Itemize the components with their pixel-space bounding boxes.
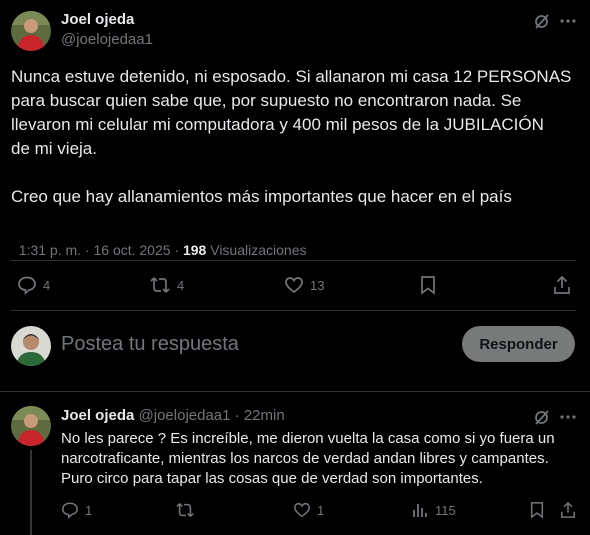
- reply-reply-action[interactable]: 1: [61, 501, 92, 519]
- reply-author-avatar[interactable]: [11, 406, 51, 446]
- divider: [11, 310, 576, 311]
- reply-count: 4: [43, 277, 51, 293]
- repost-action[interactable]: 4: [149, 275, 184, 295]
- views-label: Visualizaciones: [206, 242, 307, 258]
- tweet-text-line: Creo que hay allanamientos más important…: [11, 187, 512, 206]
- thread-line: [30, 450, 32, 535]
- reply-action[interactable]: 4: [17, 275, 50, 295]
- divider: [11, 260, 576, 261]
- reply-header: Joel ojeda @joelojedaa1 · 22min: [61, 407, 285, 424]
- avatar-photo: [11, 11, 51, 51]
- grok-icon[interactable]: [533, 12, 551, 30]
- reply-reply-count: 1: [85, 502, 93, 518]
- avatar-photo: [11, 326, 51, 366]
- tweet-text-line: llevaron mi celular mi computadora y 400…: [11, 115, 544, 134]
- author-avatar[interactable]: [11, 11, 51, 51]
- bookmark-action[interactable]: [419, 275, 437, 295]
- divider: [0, 391, 590, 392]
- more-options-icon[interactable]: [559, 12, 577, 30]
- reply-repost-action[interactable]: [175, 501, 195, 519]
- reply-text-line: Puro circo para tapar las cosas que de v…: [61, 470, 483, 487]
- bookmark-icon: [530, 502, 544, 519]
- tweet-meta: 1:31 p. m. · 16 oct. 2025 · 198 Visualiz…: [11, 226, 307, 258]
- views-icon: [413, 504, 427, 517]
- reply-more-options-icon[interactable]: [559, 408, 577, 426]
- reply-input[interactable]: Postea tu respuesta: [61, 333, 441, 356]
- tweet-text-line: Nunca estuve detenido, ni esposado. Si a…: [11, 67, 572, 86]
- like-action[interactable]: 13: [284, 275, 324, 295]
- reply-time[interactable]: 22min: [244, 407, 285, 424]
- reply-text-line: No les parece ? Es increíble, me dieron …: [61, 430, 555, 447]
- reply-dot: ·: [234, 407, 240, 424]
- tweet-text: Nunca estuve detenido, ni esposado. Si a…: [11, 65, 586, 209]
- tweet-text-line: para buscar quien sabe que, por supuesto…: [11, 91, 522, 110]
- tweet-text-line: de mi vieja.: [11, 139, 97, 158]
- current-user-avatar[interactable]: [11, 326, 51, 366]
- reply-views-count: 115: [435, 502, 456, 518]
- reply-text: No les parece ? Es increíble, me dieron …: [61, 429, 581, 489]
- author-handle[interactable]: @joelojedaa1: [61, 31, 153, 48]
- reply-bookmark-action[interactable]: [529, 501, 545, 519]
- repost-icon: [176, 503, 194, 517]
- author-name[interactable]: Joel ojeda: [61, 11, 134, 28]
- heart-icon: [294, 502, 310, 518]
- reply-share-action[interactable]: [560, 501, 576, 519]
- reply-like-count: 1: [317, 502, 325, 518]
- reply-button[interactable]: Responder: [462, 326, 575, 362]
- reply-text-line: narcotraficante, mientras los narcos de …: [61, 450, 549, 467]
- like-count: 13: [310, 277, 325, 293]
- repost-count: 4: [177, 277, 185, 293]
- share-icon: [554, 275, 570, 294]
- avatar-photo: [11, 406, 51, 446]
- reply-icon: [18, 276, 36, 295]
- share-icon: [561, 501, 575, 518]
- reply-author-name[interactable]: Joel ojeda: [61, 407, 134, 424]
- heart-icon: [285, 277, 303, 294]
- share-action[interactable]: [553, 275, 571, 295]
- reply-views-action[interactable]: 115: [411, 501, 456, 519]
- reply-author-handle[interactable]: @joelojedaa1: [139, 407, 231, 424]
- views-count: 198: [182, 242, 207, 258]
- bookmark-icon: [421, 276, 435, 295]
- reply-grok-icon[interactable]: [533, 408, 551, 426]
- reply-like-action[interactable]: 1: [293, 501, 324, 519]
- repost-icon: [150, 277, 170, 293]
- tweet-timestamp[interactable]: 1:31 p. m. · 16 oct. 2025 ·: [19, 242, 183, 258]
- reply-icon: [62, 502, 78, 519]
